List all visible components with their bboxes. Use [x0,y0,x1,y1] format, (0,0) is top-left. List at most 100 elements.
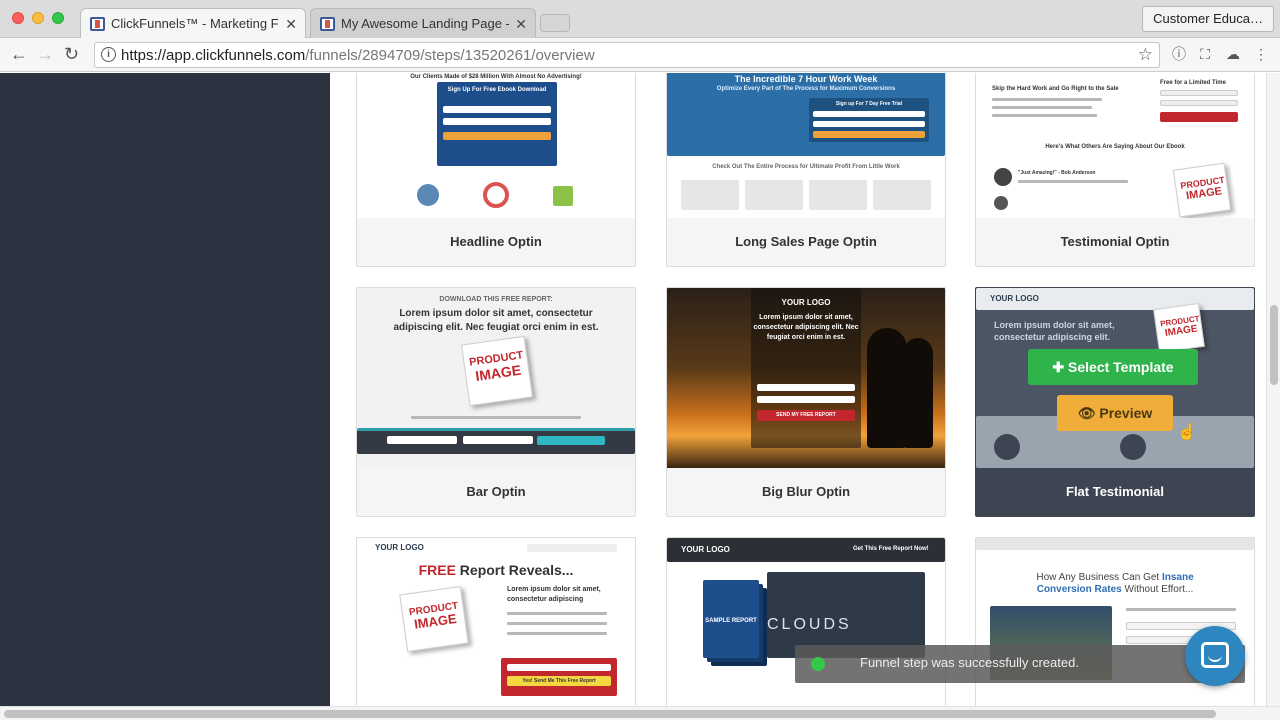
horizontal-scrollbar[interactable] [0,706,1280,720]
browser-tab-strip: ClickFunnels™ - Marketing Fu ✕ My Awesom… [0,0,1280,38]
thumb-form-title: Sign up For 7 Day Free Trial [835,101,903,107]
scrollbar-thumb[interactable] [4,710,1216,718]
thumb-text-1: Lorem ipsum dolor sit amet, [994,320,1115,330]
mouse-pointer-icon: ☝ [1177,424,1197,441]
screen-capture-icon[interactable]: ⛶ [1196,45,1214,63]
thumb-cta [443,132,551,140]
thumb-logo: YOUR LOGO [990,294,1039,303]
new-tab-button[interactable] [540,14,570,32]
template-name: Flat Testimonial [1066,484,1164,499]
video-title: CLOUDS [767,616,852,633]
template-card-big-blur-optin[interactable]: YOUR LOGO Lorem ipsum dolor sit amet, co… [666,287,946,517]
thumb-text-line [992,114,1097,117]
thumb-text-2: consectetur adipiscing [507,596,584,603]
thumb-logo: YOUR LOGO [375,543,424,552]
bookmark-star-icon[interactable]: ☆ [1138,45,1153,65]
tab-close-icon[interactable]: ✕ [515,9,527,38]
thumb-input [463,436,533,444]
template-name: Headline Optin [450,234,542,249]
thumb-input [813,111,925,117]
browser-menu-icon[interactable]: ⋮ [1252,45,1270,63]
thumb-text-line [992,98,1102,101]
chat-launcher-button[interactable] [1185,626,1245,686]
template-thumbnail: DOWNLOAD THIS FREE REPORT: Lorem ipsum d… [357,288,635,468]
avatar [994,196,1008,210]
template-thumbnail: The Incredible 7 Hour Work Week Optimize… [667,73,945,218]
toast-message: Funnel step was successfully created. [860,655,1079,670]
template-name: Testimonial Optin [1060,234,1170,249]
thumb-text-line [992,106,1092,109]
success-toast: Funnel step was successfully created. [795,645,1245,683]
template-thumbnail: YOUR LOGO Lorem ipsum dolor sit amet, co… [667,288,945,468]
thumb-cta [537,436,605,445]
thumb-logo: YOUR LOGO [781,298,831,307]
back-arrow-icon[interactable]: ← [10,44,28,65]
thumb-text-line [411,416,581,419]
extension-info-icon[interactable]: ⓘ [1170,45,1188,63]
thumb-block [745,180,803,210]
template-thumbnail: Our Clients Made of $28 Million With Alm… [357,73,635,218]
browser-tab-landing-page[interactable]: My Awesome Landing Page - P ✕ [310,8,536,38]
tab-title: My Awesome Landing Page - P [341,16,509,31]
thumb-text-1: Lorem ipsum dolor sit amet, [507,586,601,593]
thumb-input [757,384,855,391]
thumb-input [1160,90,1238,96]
vertical-scrollbar[interactable] [1266,73,1280,706]
reload-icon[interactable]: ↻ [64,44,79,65]
browser-toolbar: ← → ↻ i https://app.clickfunnels.com/fun… [0,38,1280,72]
browser-tab-clickfunnels[interactable]: ClickFunnels™ - Marketing Fu ✕ [80,8,306,38]
url-text: https://app.clickfunnels.com/funnels/289… [121,47,595,64]
template-thumbnail: YOUR LOGO Lorem ipsum dolor sit amet, co… [976,288,1254,468]
thumb-media-logos [527,544,617,552]
success-dot-icon [811,657,825,671]
thumb-input [443,106,551,113]
scrollbar-thumb[interactable] [1270,305,1278,385]
thumb-text-1: Lorem ipsum dolor sit amet, [759,314,853,321]
template-name: Bar Optin [466,484,526,499]
target-icon [483,182,509,208]
users-icon [417,184,439,206]
template-card-headline-optin[interactable]: Our Clients Made of $28 Million With Alm… [356,73,636,267]
template-card-free-report[interactable]: YOUR LOGO FREE Report Reveals... PRODUCT… [356,537,636,706]
site-info-icon[interactable]: i [101,47,116,62]
tab-close-icon[interactable]: ✕ [285,9,297,38]
thumb-input [507,664,611,671]
clickfunnels-favicon-icon [90,17,105,31]
thumb-form-title: Sign Up For Free Ebook Download [447,87,547,93]
clickfunnels-favicon-icon [320,17,335,31]
thumb-text-line [507,632,607,635]
thumb-input [1160,100,1238,106]
tab-title: ClickFunnels™ - Marketing Fu [111,16,279,31]
forward-arrow-icon[interactable]: → [36,44,54,65]
thumb-text-3: feugiat orci enim in est. [766,334,846,341]
window-minimize-button[interactable] [32,12,44,24]
thumb-text-2: adipiscing elit. Nec feugiat orci enim i… [393,322,599,333]
thumb-block [809,180,867,210]
address-bar[interactable]: i https://app.clickfunnels.com/funnels/2… [94,42,1160,68]
template-card-bar-optin[interactable]: DOWNLOAD THIS FREE REPORT: Lorem ipsum d… [356,287,636,517]
template-name: Big Blur Optin [761,484,851,499]
thumb-header [976,538,1254,550]
template-card-long-sales-page-optin[interactable]: The Incredible 7 Hour Work Week Optimize… [666,73,946,267]
thumb-text-line [507,622,607,625]
window-close-button[interactable] [12,12,24,24]
profile-button[interactable]: Customer Educa… [1142,6,1274,32]
page-viewport: Our Clients Made of $28 Million With Alm… [0,73,1280,706]
preview-label: Preview [1099,405,1153,421]
thumb-cta-text: SEND MY FREE REPORT [776,412,836,418]
template-card-testimonial-optin[interactable]: Skip the Hard Work and Go Right to the S… [975,73,1255,267]
thumb-right-text: Get This Free Report Now! [853,546,929,552]
avatar [994,434,1020,460]
product-image: PRODUCT IMAGE [460,335,534,407]
window-zoom-button[interactable] [52,12,64,24]
preview-button[interactable]: 👁 Preview [1057,395,1173,431]
select-template-label: Select Template [1068,359,1174,375]
plus-icon: ✚ [1052,359,1069,375]
silhouette [867,328,907,448]
select-template-button[interactable]: ✚ Select Template [1028,349,1198,385]
thumb-input [443,118,551,125]
thumb-panel [751,288,861,448]
cloud-extension-icon[interactable]: ☁ [1224,45,1242,63]
template-card-flat-testimonial[interactable]: YOUR LOGO Lorem ipsum dolor sit amet, co… [975,287,1255,517]
avatar [1120,434,1146,460]
